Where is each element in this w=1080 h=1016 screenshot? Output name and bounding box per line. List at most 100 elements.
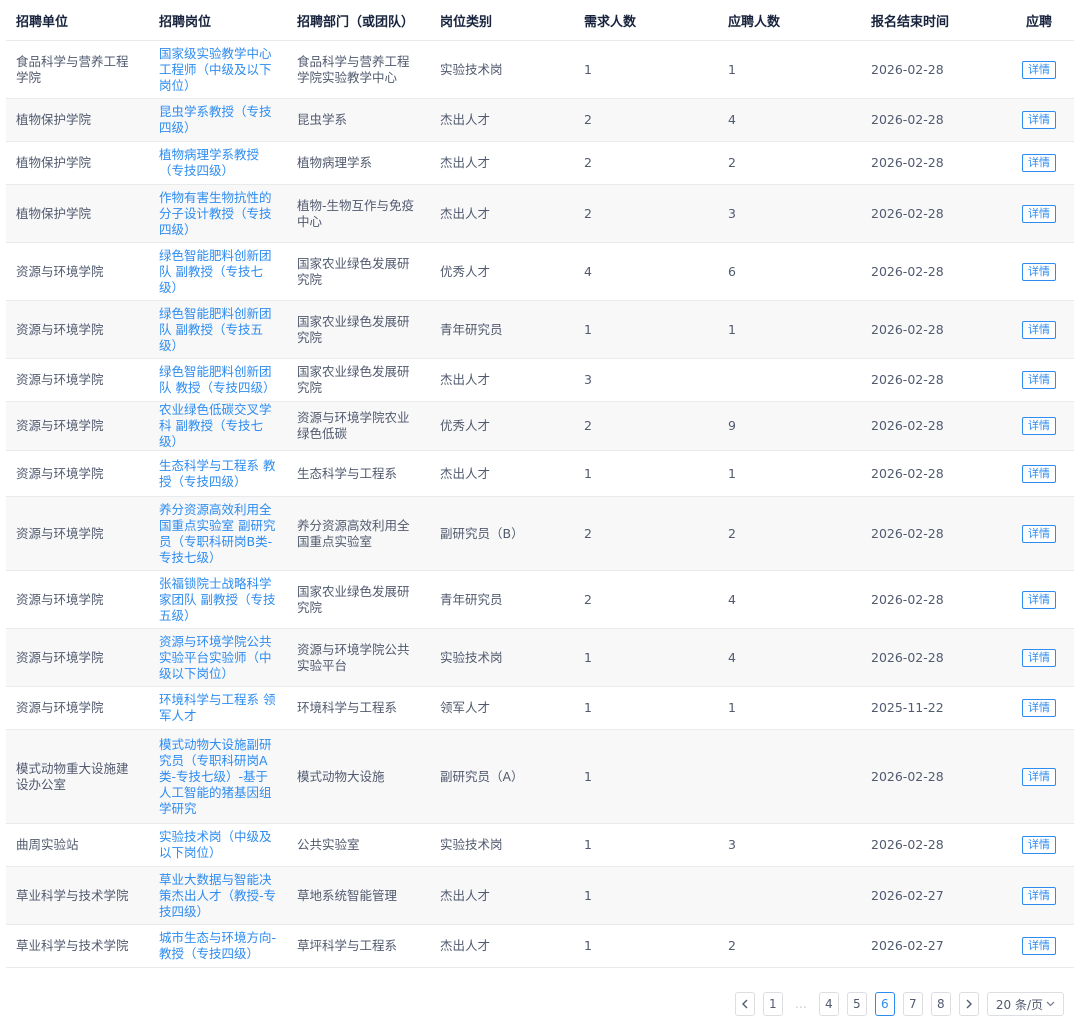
detail-button[interactable]: 详情 [1022,767,1056,786]
applicants-cell: 2 [718,924,861,968]
detail-button[interactable]: 详情 [1022,836,1056,854]
apply-cell: 详情 [1004,40,1074,99]
detail-button[interactable]: 详情 [1022,320,1056,339]
post-link[interactable]: 实验技术岗（中级及以下岗位） [159,829,272,860]
category-text: 实验技术岗 [440,649,503,665]
apply-cell: 详情 [1004,401,1074,451]
dept-text: 植物-生物互作与免疫中心 [297,197,415,229]
unit-text: 曲周实验站 [16,837,79,852]
dept-cell: 公共实验室 [287,823,430,867]
category-text: 实验技术岗 [440,61,503,77]
post-link[interactable]: 绿色智能肥料创新团队 教授（专技四级） [159,364,275,395]
need-cell: 3 [574,358,718,402]
page-size-label: 20 条/页 [995,997,1043,1012]
detail-button[interactable]: 详情 [1022,937,1056,955]
page-1-button[interactable]: 1 [762,992,783,1016]
detail-button[interactable]: 详情 [1022,590,1056,609]
deadline-text: 2026-02-27 [871,938,944,953]
detail-button[interactable]: 详情 [1022,648,1056,667]
post-link[interactable]: 养分资源高效利用全国重点实验室 副研究员（专职科研岗B类-专技七级） [159,502,275,565]
page-5-button[interactable]: 5 [846,992,867,1016]
chevron-down-icon [1046,1001,1055,1007]
post-link[interactable]: 绿色智能肥料创新团队 副教授（专技七级） [159,248,272,295]
post-link[interactable]: 生态科学与工程系 教授（专技四级） [159,458,275,489]
post-link[interactable]: 国家级实验教学中心工程师（中级及以下岗位） [159,46,272,93]
detail-button[interactable]: 详情 [1022,60,1056,79]
unit-cell: 草业科学与技术学院 [6,924,149,968]
detail-button[interactable]: 详情 [1022,417,1056,435]
deadline-text: 2026-02-28 [871,112,944,127]
dept-cell: 植物-生物互作与免疫中心 [287,184,430,243]
post-link[interactable]: 模式动物大设施副研究员（专职科研岗A类-专技七级）-基于人工智能的猪基因组学研究 [159,737,272,816]
page-7-button[interactable]: 7 [902,992,923,1016]
unit-text: 资源与环境学院 [16,465,104,481]
post-cell: 生态科学与工程系 教授（专技四级） [149,450,287,497]
prev-page-button[interactable] [734,992,755,1016]
detail-button[interactable]: 详情 [1022,371,1056,389]
table-row: 资源与环境学院 农业绿色低碳交叉学科 副教授（专技七级） 资源与环境学院农业绿色低碳… [6,401,1074,451]
need-cell: 2 [574,98,718,142]
category-text: 青年研究员 [440,321,503,337]
detail-button[interactable]: 详情 [1022,699,1056,717]
detail-button[interactable]: 详情 [1022,262,1056,281]
unit-cell: 资源与环境学院 [6,628,149,687]
unit-cell: 植物保护学院 [6,98,149,142]
category-cell: 青年研究员 [430,300,574,359]
apply-cell: 详情 [1004,823,1074,867]
need-text: 1 [584,649,592,665]
unit-text: 植物保护学院 [16,205,92,221]
deadline-cell: 2026-02-28 [861,628,1004,687]
post-link[interactable]: 城市生态与环境方向-教授（专技四级） [159,930,276,961]
table-row: 资源与环境学院 张福锁院士战略科学家团队 副教授（专技五级） 国家农业绿色发展研究院… [6,570,1074,629]
post-link[interactable]: 张福锁院士战略科学家团队 副教授（专技五级） [159,576,275,623]
need-cell: 1 [574,686,718,730]
need-text: 2 [584,112,592,127]
page-8-button[interactable]: 8 [930,992,951,1016]
table-row: 植物保护学院 作物有害生物抗性的分子设计教授（专技四级） 植物-生物互作与免疫中心 杰… [6,184,1074,243]
page-ellipsis[interactable]: … [790,992,811,1016]
deadline-text: 2025-11-22 [871,700,944,715]
post-link[interactable]: 作物有害生物抗性的分子设计教授（专技四级） [159,190,272,237]
post-link[interactable]: 农业绿色低碳交叉学科 副教授（专技七级） [159,402,272,449]
post-link[interactable]: 草业大数据与智能决策杰出人才（教授-专技四级） [159,872,276,919]
need-text: 1 [584,700,592,715]
applicants-text: 4 [728,591,736,607]
need-cell: 1 [574,450,718,497]
detail-button[interactable]: 详情 [1022,111,1056,129]
post-link[interactable]: 资源与环境学院公共实验平台实验师（中级以下岗位） [159,634,272,681]
category-text: 青年研究员 [440,591,503,607]
unit-text: 草业科学与技术学院 [16,887,129,903]
post-link[interactable]: 环境科学与工程系 领军人才 [159,692,275,723]
applicants-text: 3 [728,837,736,852]
header-category: 岗位类别 [430,0,574,41]
page-size-select[interactable]: 20 条/页 [986,992,1064,1016]
apply-cell: 详情 [1004,242,1074,301]
detail-button[interactable]: 详情 [1022,886,1056,905]
dept-text: 资源与环境学院公共实验平台 [297,641,410,673]
dept-cell: 环境科学与工程系 [287,686,430,730]
detail-button[interactable]: 详情 [1022,204,1056,223]
page-6-button[interactable]: 6 [874,992,895,1016]
dept-cell: 国家农业绿色发展研究院 [287,300,430,359]
table-row: 草业科学与技术学院 城市生态与环境方向-教授（专技四级） 草坪科学与工程系 杰出人才 1… [6,924,1074,968]
detail-button[interactable]: 详情 [1022,154,1056,172]
applicants-cell: 2 [718,496,861,571]
applicants-text: 3 [728,205,736,221]
need-text: 2 [584,591,592,607]
detail-button[interactable]: 详情 [1022,464,1056,483]
post-link[interactable]: 绿色智能肥料创新团队 副教授（专技五级） [159,306,272,353]
post-link[interactable]: 植物病理学系教授（专技四级） [159,147,259,178]
page-4-button[interactable]: 4 [818,992,839,1016]
next-page-button[interactable] [958,992,979,1016]
apply-cell: 详情 [1004,686,1074,730]
dept-text: 植物病理学系 [297,155,373,170]
apply-cell: 详情 [1004,570,1074,629]
need-text: 1 [584,837,592,852]
category-cell: 杰出人才 [430,924,574,968]
deadline-text: 2026-02-28 [871,525,944,541]
category-text: 优秀人才 [440,418,491,433]
dept-text: 国家农业绿色发展研究院 [297,313,410,345]
post-link[interactable]: 昆虫学系教授（专技四级） [159,104,272,135]
dept-text: 公共实验室 [297,837,360,852]
detail-button[interactable]: 详情 [1022,524,1056,543]
